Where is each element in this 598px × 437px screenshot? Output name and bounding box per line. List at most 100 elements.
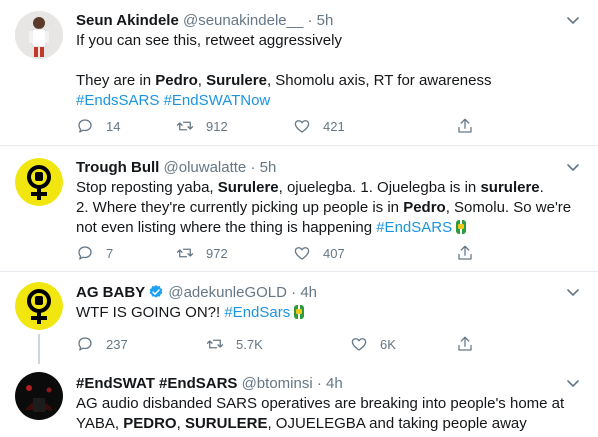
display-name[interactable]: Trough Bull [76,159,159,176]
share-icon [458,118,472,133]
retweet-button[interactable]: 972 [176,243,228,263]
tweet-2[interactable]: Trough Bull @oluwalatte · 5h Stop repost… [0,146,598,272]
raised-fist-emoji-icon [456,220,467,234]
timestamp[interactable]: 4h [326,375,343,392]
chevron-down-icon[interactable] [566,376,580,390]
separator-dot: · [307,12,313,29]
hashtag-link[interactable]: #EndSARS [376,219,452,236]
reply-button[interactable]: 14 [76,116,120,136]
retweet-icon [176,121,194,131]
share-button[interactable] [456,334,486,354]
display-name[interactable]: #EndSWAT #EndSARS [76,375,237,392]
action-bar: 7 972 407 [76,243,496,263]
heart-icon [294,247,310,260]
bold-span: surulere [480,179,540,196]
chevron-down-icon[interactable] [566,285,580,299]
tweet-1[interactable]: Seun Akindele @seunakindele__ · 5h If yo… [0,0,598,146]
bold-span: Surulere [206,72,267,89]
bold-span: PEDRO [123,415,177,432]
text-line: WTF IS GOING ON?! #EndSars [76,303,576,323]
chevron-down-icon[interactable] [566,160,580,174]
text-line: If you can see this, retweet aggressivel… [76,32,342,49]
tweet-4[interactable]: #EndSWAT #EndSARS @btominsi · 4h AG audi… [0,364,598,437]
chevron-down-icon[interactable] [566,13,580,27]
tweet-header: Trough Bull @oluwalatte · 5h [76,158,276,178]
text-span: They are in [76,72,156,89]
text-span: WTF IS GOING ON?! [76,304,225,321]
reply-button[interactable]: 7 [76,243,113,263]
text-line: AG audio disbanded SARS operatives are b… [76,395,565,412]
text-span: , Somolu. So we're [445,199,572,216]
share-icon [458,245,472,260]
text-span: 2. Where they're currently picking up pe… [76,199,404,216]
retweet-button[interactable]: 912 [176,116,228,136]
text-span: . [539,179,544,196]
avatar[interactable] [15,11,63,59]
retweet-count: 5.7K [236,336,263,352]
heart-icon [351,338,367,351]
retweet-icon [206,339,224,349]
hashtag-link[interactable]: #EndSars [224,304,290,321]
text-span: , Shomolu axis, RT for awareness [266,72,492,89]
avatar[interactable] [15,282,63,330]
user-handle[interactable]: @adekunleGOLD [168,284,287,301]
tweet-text: If you can see this, retweet aggressivel… [76,31,576,111]
retweet-button[interactable]: 5.7K [206,334,263,354]
share-button[interactable] [456,116,486,136]
user-handle[interactable]: @seunakindele__ [183,12,303,29]
reply-icon [78,119,92,133]
like-count: 407 [323,245,345,261]
text-span: Stop reposting yaba, [76,179,218,196]
bold-span: Surulere [217,179,279,196]
reply-icon [78,246,92,260]
text-line: 2. Where they're currently picking up pe… [76,198,586,218]
verified-badge-icon [149,285,163,298]
separator-dot: · [316,375,322,392]
like-button[interactable]: 407 [293,243,345,263]
text-line: Stop reposting yaba, Surulere, ojuelegba… [76,178,586,198]
retweet-count: 972 [206,245,228,261]
reply-count: 14 [106,118,121,134]
text-line: not even listing where the thing is happ… [76,218,586,238]
thread-connector-line [38,334,40,364]
like-button[interactable]: 421 [293,116,345,136]
tweet-text: AG audio disbanded SARS operatives are b… [76,394,591,434]
share-icon [458,336,472,351]
separator-dot: · [250,159,256,176]
timestamp[interactable]: 5h [260,159,277,176]
tweet-header: AG BABY @adekunleGOLD · 4h [76,283,317,303]
reply-icon [78,337,92,351]
bold-span: SURULERE [184,415,268,432]
text-span: , ojuelegba. 1. Ojuelegba is in [278,179,481,196]
retweet-count: 912 [206,118,228,134]
hashtag-link[interactable]: #EndSWATNow [164,92,271,109]
tweet-3[interactable]: AG BABY @adekunleGOLD · 4h WTF IS GOING … [0,272,598,364]
text-span: , [176,415,185,432]
avatar[interactable] [15,158,63,206]
user-handle[interactable]: @btominsi [242,375,313,392]
like-count: 421 [323,118,345,134]
text-line: YABA, PEDRO, SURULERE, OJUELEGBA and tak… [76,414,591,434]
heart-icon [294,120,310,133]
raised-fist-emoji-icon [294,305,305,319]
tweet-header: Seun Akindele @seunakindele__ · 5h [76,11,333,31]
avatar[interactable] [15,372,63,420]
text-span: not even listing where the thing is happ… [76,219,377,236]
like-button[interactable]: 6K [350,334,396,354]
hashtag-link[interactable]: #EndsSARS [76,92,159,109]
bold-span: Pedro [155,72,198,89]
display-name[interactable]: AG BABY [76,284,145,301]
text-span: , [197,72,207,89]
reply-button[interactable]: 237 [76,334,128,354]
text-span: YABA, [76,415,124,432]
reply-count: 7 [106,245,114,261]
timestamp[interactable]: 4h [300,284,317,301]
display-name[interactable]: Seun Akindele [76,12,179,29]
action-bar: 14 912 421 [76,116,496,136]
tweet-text: Stop reposting yaba, Surulere, ojuelegba… [76,178,586,238]
share-button[interactable] [456,243,486,263]
action-bar: 237 5.7K 6K [76,334,496,354]
user-handle[interactable]: @oluwalatte [164,159,247,176]
text-span: , OJUELEGBA and taking people away [267,415,527,432]
timestamp[interactable]: 5h [317,12,334,29]
